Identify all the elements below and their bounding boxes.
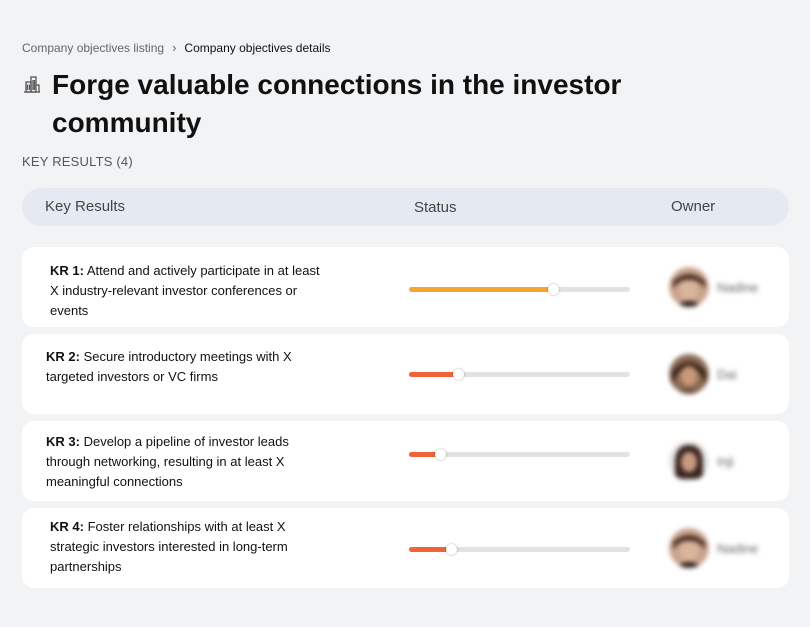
progress-fill [409,547,451,552]
avatar [669,528,709,568]
column-header-key-results: Key Results [45,198,126,215]
owner[interactable]: Dai [669,354,737,394]
progress-bar [409,284,630,295]
owner-name: Nadine [717,540,759,556]
key-result-text: Develop a pipeline of investor leads thr… [46,434,289,489]
key-result-row[interactable]: KR 3: Develop a pipeline of investor lea… [22,421,789,501]
owner[interactable]: Nadine [669,267,758,307]
progress-bar [409,369,630,380]
key-result-id: KR 2: [46,349,80,364]
avatar [669,354,709,394]
column-header-status: Status [414,199,457,216]
owner-name: Nadine [717,279,759,295]
avatar [669,267,709,307]
key-result-id: KR 3: [46,434,80,449]
key-result-row[interactable]: KR 2: Secure introductory meetings with … [22,334,789,414]
key-result-row[interactable]: KR 4: Foster relationships with at least… [22,508,789,588]
key-result-text: Attend and actively participate in at le… [50,263,320,318]
breadcrumb: Company objectives listing › Company obj… [22,40,331,55]
progress-bar [409,544,630,555]
table-header: Key Results Status Owner [22,188,789,226]
progress-fill [409,372,458,377]
key-result-description: KR 2: Secure introductory meetings with … [46,347,326,387]
progress-handle [452,369,464,380]
progress-bar [409,449,630,460]
owner-name: Dai [717,366,737,382]
column-header-owner: Owner [671,198,716,215]
key-result-description: KR 3: Develop a pipeline of investor lea… [46,432,326,492]
key-result-text: Foster relationships with at least X str… [50,519,288,574]
avatar [669,441,709,481]
key-result-description: KR 1: Attend and actively participate in… [50,261,330,321]
key-result-description: KR 4: Foster relationships with at least… [50,517,330,577]
breadcrumb-current: Company objectives details [184,40,331,55]
progress-handle [547,284,559,295]
key-result-row[interactable]: KR 1: Attend and actively participate in… [22,247,789,327]
progress-handle [434,449,446,460]
progress-handle [445,544,457,555]
key-result-id: KR 1: [50,263,84,278]
title-row: Forge valuable connections in the invest… [22,66,662,142]
key-result-text: Secure introductory meetings with X targ… [46,349,292,384]
owner[interactable]: Nadine [669,528,758,568]
key-result-id: KR 4: [50,519,84,534]
page-title: Forge valuable connections in the invest… [52,69,622,138]
owner[interactable]: Inji [669,441,734,481]
breadcrumb-link-listing[interactable]: Company objectives listing [22,41,164,55]
building-icon [24,76,40,93]
breadcrumb-separator: › [172,40,177,55]
key-results-count-label: KEY RESULTS (4) [22,154,133,169]
progress-fill [409,287,553,292]
owner-name: Inji [717,453,734,469]
